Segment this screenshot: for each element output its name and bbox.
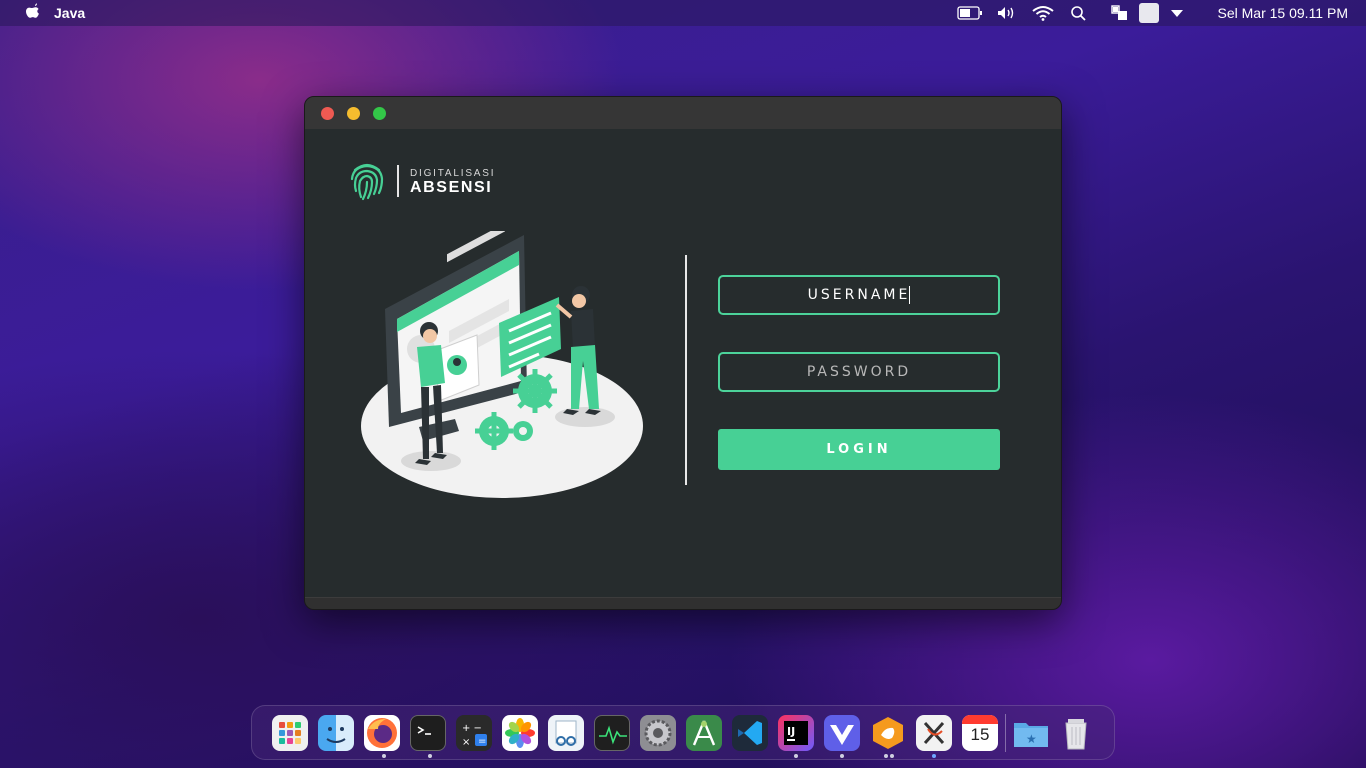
- preview-icon[interactable]: [548, 715, 584, 751]
- running-indicator: [428, 754, 432, 758]
- running-indicator: [840, 754, 844, 758]
- menu-clock[interactable]: Sel Mar 15 09.11 PM: [1218, 5, 1348, 21]
- svg-text:=: =: [478, 736, 486, 747]
- calculator-icon[interactable]: + − × =: [456, 715, 492, 751]
- control-center-icon[interactable]: [1110, 4, 1130, 22]
- terminal-icon[interactable]: [410, 715, 446, 751]
- running-indicator: [932, 754, 936, 758]
- maximize-button[interactable]: [373, 107, 386, 120]
- photos-icon[interactable]: [502, 715, 538, 751]
- volume-icon[interactable]: [996, 5, 1018, 21]
- running-indicator: [794, 754, 798, 758]
- login-button[interactable]: LOGIN: [718, 429, 1000, 470]
- brand-separator: [397, 165, 399, 197]
- android-studio-icon[interactable]: [686, 715, 722, 751]
- finder-icon[interactable]: [318, 715, 354, 751]
- hand-icon[interactable]: [870, 715, 906, 751]
- calendar-header: [962, 715, 998, 724]
- running-indicator: [884, 754, 888, 758]
- app-menu-name[interactable]: Java: [54, 5, 85, 21]
- folder-icon[interactable]: ★: [1012, 715, 1048, 751]
- calendar-day: 15: [970, 725, 990, 744]
- intellij-icon[interactable]: IJ: [778, 715, 814, 751]
- vertical-divider: [685, 255, 687, 485]
- close-button[interactable]: [321, 107, 334, 120]
- password-input[interactable]: [718, 352, 1000, 392]
- window-bottom-bar: [305, 597, 1061, 609]
- menu-bar: Java Sel Mar 15 09.11 PM: [0, 0, 1366, 26]
- battery-icon[interactable]: [957, 6, 985, 20]
- window-titlebar[interactable]: [305, 97, 1061, 129]
- text-caret: [909, 286, 910, 304]
- attendance-illustration: [361, 231, 643, 498]
- login-window: DIGITALISASI ABSENSI USERNAME LOGIN: [304, 96, 1062, 610]
- chevron-down-icon[interactable]: [1170, 9, 1184, 18]
- activity-monitor-icon[interactable]: [594, 715, 630, 751]
- svg-text:+ −: + −: [462, 723, 482, 734]
- wifi-icon[interactable]: [1032, 5, 1054, 21]
- vectorize-icon[interactable]: [824, 715, 860, 751]
- svg-text:IJ: IJ: [787, 725, 795, 738]
- user-avatar-icon[interactable]: [1139, 3, 1159, 23]
- settings-icon[interactable]: [640, 715, 676, 751]
- svg-text:★: ★: [1026, 732, 1037, 746]
- running-indicator: [890, 754, 894, 758]
- search-icon[interactable]: [1070, 5, 1088, 21]
- running-indicator: [382, 754, 386, 758]
- username-input[interactable]: [718, 275, 1000, 315]
- xampp-icon[interactable]: [916, 715, 952, 751]
- launchpad-icon[interactable]: [272, 715, 308, 751]
- vscode-icon[interactable]: [732, 715, 768, 751]
- trash-icon[interactable]: [1058, 715, 1094, 751]
- firefox-icon[interactable]: [364, 715, 400, 751]
- dock-separator: [1005, 714, 1006, 752]
- svg-text:×: ×: [462, 737, 470, 748]
- dock: + − × = IJ 15 ★: [251, 705, 1115, 760]
- calendar-icon[interactable]: 15: [962, 715, 998, 751]
- brand-subtitle: DIGITALISASI: [410, 168, 496, 179]
- brand-title: ABSENSI: [410, 179, 493, 196]
- minimize-button[interactable]: [347, 107, 360, 120]
- fingerprint-icon: [350, 163, 384, 201]
- apple-menu-icon[interactable]: [24, 3, 40, 23]
